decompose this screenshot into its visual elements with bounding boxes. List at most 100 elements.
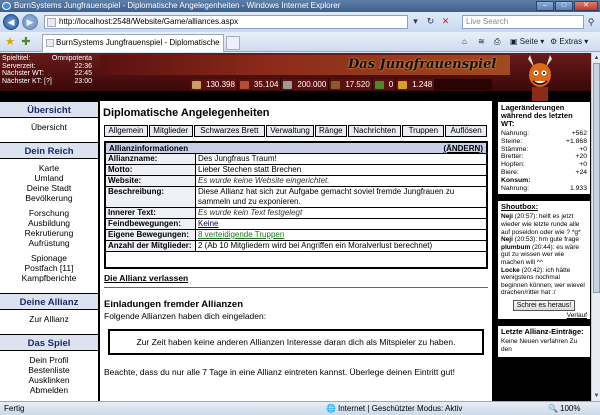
stop-icon[interactable]: ✕ xyxy=(440,16,451,27)
nav-link[interactable]: Kampfberichte xyxy=(0,273,98,283)
nav-link[interactable]: Zur Allianz xyxy=(0,314,98,324)
alliance-tab[interactable]: Mitglieder xyxy=(148,125,193,137)
shout-entry: plumbum (20:44): es wäre gut zu wissen w… xyxy=(498,244,590,267)
scroll-down-icon[interactable]: ▼ xyxy=(593,392,600,400)
tools-menu[interactable]: ⚙ Extras ▾ xyxy=(550,36,588,48)
nav-link[interactable]: Ausklinken xyxy=(0,375,98,385)
change-link[interactable]: (ÄNDERN) xyxy=(443,143,483,154)
nav-section: Karte Umland Deine Stadt Bevölkerung Forschu… xyxy=(0,159,98,287)
change-row: Biere: +24 xyxy=(498,169,590,177)
leave-alliance-link[interactable]: Die Allianz verlassen xyxy=(104,273,188,283)
home-icon[interactable]: ⌂ xyxy=(462,36,467,48)
info-value[interactable]: Keine xyxy=(196,219,218,229)
shout-author: Neji xyxy=(501,236,513,244)
refresh-icon[interactable]: ↻ xyxy=(425,16,436,27)
nav-link[interactable]: Ausbildung xyxy=(0,218,98,228)
resource-item: 17.520 xyxy=(329,79,373,90)
shout-entry: Neji (20:57): hellt es jetzt wieder wie … xyxy=(498,213,590,236)
info-row: Allianzname: Des Jungfraus Traum! xyxy=(106,154,486,165)
info-label: Website: xyxy=(106,176,196,186)
change-value: +0 xyxy=(579,161,587,169)
feeds-icon[interactable]: ≋ xyxy=(478,36,485,48)
nav-link[interactable]: Rekrutierung xyxy=(0,228,98,238)
nav-link[interactable]: Postfach [11] xyxy=(0,263,98,273)
change-value: +20 xyxy=(575,153,587,161)
address-bar: ◀ ▶ http://localhost:2548/Website/Game/a… xyxy=(0,12,600,32)
vertical-scrollbar[interactable]: ▲ ▼ xyxy=(591,53,600,401)
nav-heading: Dein Reich xyxy=(0,142,98,159)
nav-link[interactable]: Aufrüstung xyxy=(0,238,98,248)
stat-label: Serverzeit: xyxy=(2,62,36,70)
alliance-tab[interactable]: Allgemein xyxy=(104,125,148,137)
nav-link[interactable]: Übersicht xyxy=(0,122,98,132)
dropdown-icon[interactable]: ▾ xyxy=(410,16,421,27)
change-row: Steine: +1.868 xyxy=(498,138,590,146)
shout-button[interactable]: Schrei es heraus! xyxy=(513,299,575,311)
zoom-level[interactable]: 100% xyxy=(560,402,580,415)
search-icon[interactable]: ⚲ xyxy=(584,15,598,29)
info-label: Eigene Bewegungen: xyxy=(106,230,196,240)
nav-link[interactable]: Karte xyxy=(0,163,98,173)
maximize-button[interactable]: □ xyxy=(555,1,573,11)
hops-icon xyxy=(374,80,384,89)
stat-value: 22:36 xyxy=(74,62,92,70)
tab-active[interactable]: BurnSystems Jungfrauenspiel - Diplomatis… xyxy=(42,34,224,63)
info-value[interactable]: 8 verteidigende Truppen xyxy=(196,230,284,240)
info-label: Beschreibung: xyxy=(106,187,196,207)
change-label: Hopfen: xyxy=(501,161,525,169)
new-tab-button[interactable] xyxy=(226,36,240,50)
page-icon xyxy=(47,18,56,27)
search-input[interactable]: Live Search xyxy=(462,15,584,29)
zoom-icon[interactable]: 🔍 xyxy=(548,402,558,415)
divider xyxy=(104,287,488,288)
favorites-star-icon[interactable]: ★ xyxy=(4,36,16,48)
scroll-thumb[interactable] xyxy=(593,63,600,293)
scroll-up-icon[interactable]: ▲ xyxy=(593,54,600,62)
add-favorites-icon[interactable]: ✚ xyxy=(20,36,32,48)
bread-icon xyxy=(192,80,201,89)
close-button[interactable]: ✕ xyxy=(574,1,598,11)
nav-link[interactable]: Deine Stadt xyxy=(0,183,98,193)
game-header: Spieltitel: Omnipotenta Serverzeit: 22:36 Nä… xyxy=(0,53,591,101)
info-label: Motto: xyxy=(106,165,196,175)
resource-changes-box: Lageränderungen während des letzten WT: … xyxy=(497,101,591,196)
url-field[interactable]: http://localhost:2548/Website/Game/allia… xyxy=(44,15,408,29)
change-value: +562 xyxy=(571,130,587,137)
change-row: Nahrung: +562 xyxy=(498,130,590,138)
stat-label: Spieltitel: xyxy=(2,55,31,62)
resource-value: 200.000 xyxy=(297,80,327,89)
alliance-tab[interactable]: Nachrichten xyxy=(347,125,402,137)
alliance-tab[interactable]: Truppen xyxy=(402,125,445,137)
stat-row: Spieltitel: Omnipotenta xyxy=(2,55,92,63)
info-header: Allianzinformationen (ÄNDERN) xyxy=(106,143,486,154)
alliance-tab[interactable]: Auflösen xyxy=(445,125,487,137)
info-value: 2 (Ab 10 Mitgliedern wird bei Angriffen … xyxy=(198,241,433,250)
nav-link[interactable]: Bevölkerung xyxy=(0,193,98,203)
info-label: Innerer Text: xyxy=(106,208,196,218)
nav-heading: Übersicht xyxy=(0,101,98,118)
nav-link[interactable]: Spionage xyxy=(0,253,98,263)
left-navigation: Übersicht Übersicht Dein Reich Karte Umland D… xyxy=(0,101,98,401)
nav-link[interactable]: Abmelden xyxy=(0,385,98,395)
nav-link[interactable]: Umland xyxy=(0,173,98,183)
nav-heading: Das Spiel xyxy=(0,334,98,351)
resource-value: 35.104 xyxy=(253,80,279,89)
nav-link[interactable]: Forschung xyxy=(0,208,98,218)
alliance-tab[interactable]: Schwarzes Brett xyxy=(193,125,266,137)
forward-button[interactable]: ▶ xyxy=(22,14,38,30)
stone-icon xyxy=(283,80,293,89)
print-icon[interactable]: ⎙ xyxy=(494,36,500,48)
back-button[interactable]: ◀ xyxy=(3,14,19,30)
minimize-button[interactable]: – xyxy=(536,1,554,11)
history-link[interactable]: Verlauf xyxy=(498,312,590,319)
alliance-tab[interactable]: Ränge xyxy=(314,125,347,137)
nav-link[interactable]: Bestenliste xyxy=(0,365,98,375)
main-content: Diplomatische Angelegenheiten Allgemein M… xyxy=(100,101,492,401)
resource-item: 200.000 xyxy=(281,79,330,90)
resource-value: 0 xyxy=(388,80,394,89)
nav-heading: Deine Allianz xyxy=(0,293,98,310)
alliance-tab[interactable]: Verwaltung xyxy=(266,125,314,137)
no-invitations-notice: Zur Zeit haben keine anderen Allianzen I… xyxy=(108,329,484,355)
nav-link[interactable]: Dein Profil xyxy=(0,355,98,365)
page-menu[interactable]: ▣ Seite ▾ xyxy=(510,36,544,48)
